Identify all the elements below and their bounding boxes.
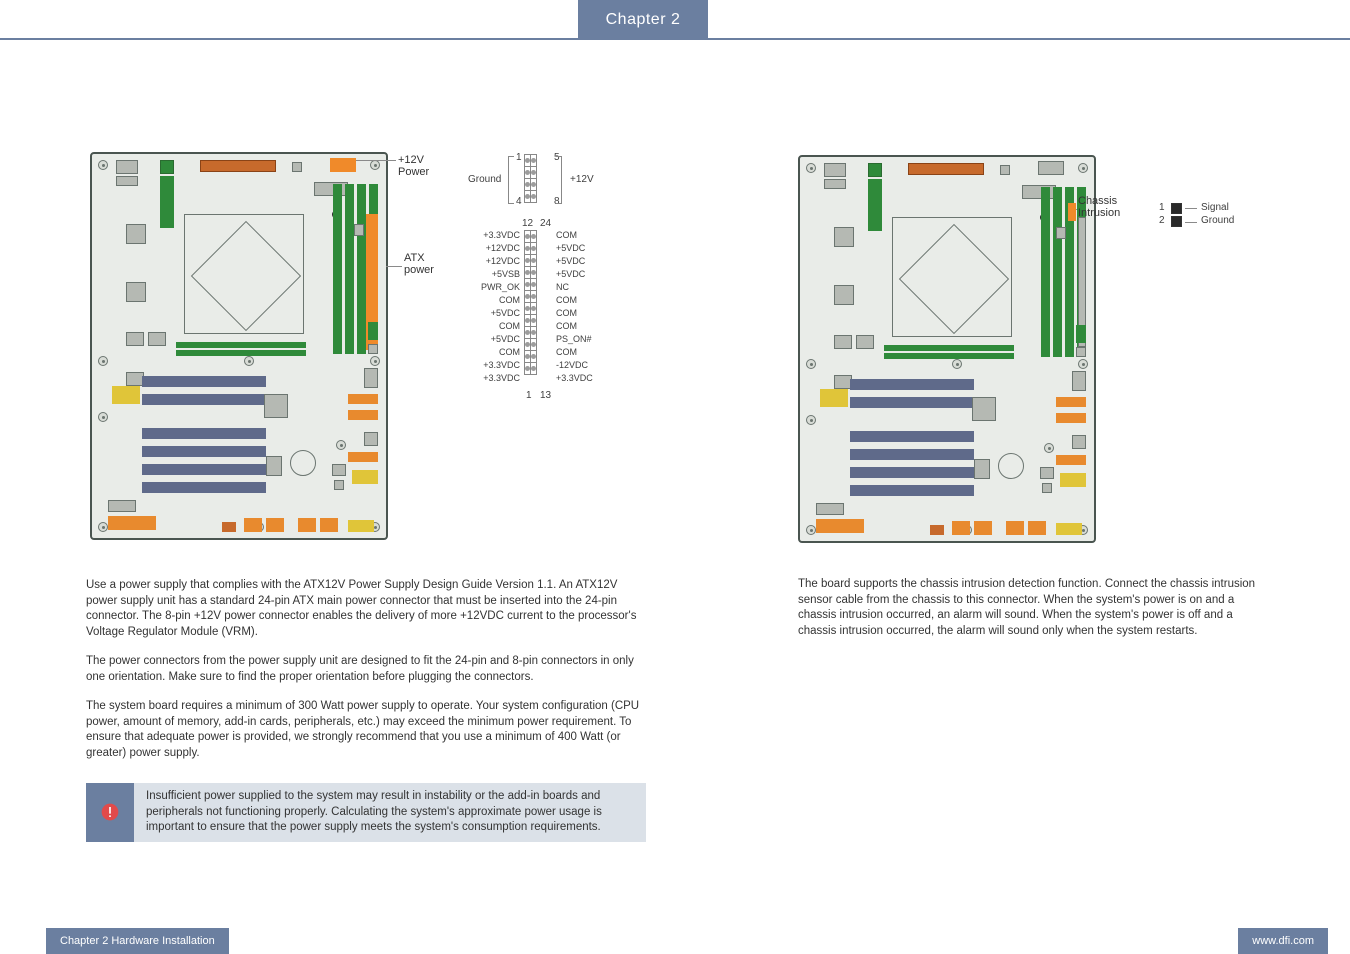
chapter-tab: Chapter 2 [578,0,708,40]
label-chassis-intrusion: Chassis Intrusion [1078,195,1120,219]
pin24-r-6: COM [556,308,593,321]
left-column: +12V Power ATX power 1 5 4 8 Ground +12V… [86,148,646,894]
left-diagram: +12V Power ATX power 1 5 4 8 Ground +12V… [86,148,646,548]
pin24-r-0: COM [556,230,593,243]
pin24-r-9: COM [556,347,593,360]
left-para-1: Use a power supply that complies with th… [86,578,646,640]
pin8-bl: 4 [516,196,522,207]
page-header: Chapter 2 [0,0,1350,44]
pin24-l-7: COM [476,321,520,334]
footer-left: Chapter 2 Hardware Installation [46,928,229,954]
pin24-l-1: +12VDC [476,243,520,256]
pin24-l-2: +12VDC [476,256,520,269]
right-diagram: Chassis Intrusion 1 2 Signal Ground [798,155,1268,547]
pin24-l-11: +3.3VDC [476,373,520,386]
pin24-l-5: COM [476,295,520,308]
pin24-r-7: COM [556,321,593,334]
pin24-r-2: +5VDC [556,256,593,269]
label-12v-right: +12V [570,174,594,185]
pin24-r-5: COM [556,295,593,308]
pin24-l-6: +5VDC [476,308,520,321]
pin24-l-4: PWR_OK [476,282,520,295]
pin24-r-8: PS_ON# [556,334,593,347]
pin24-top-r: 24 [540,218,551,229]
pin24-l-10: +3.3VDC [476,360,520,373]
page-footer: Chapter 2 Hardware Installation www.dfi.… [0,928,1350,954]
pin24-r-4: NC [556,282,593,295]
important-text: Insufficient power supplied to the syste… [146,789,636,836]
pin24-top-l: 12 [522,218,533,229]
pin24-l-8: +5VDC [476,334,520,347]
label-12v-power: +12V Power [398,154,429,178]
important-box: Insufficient power supplied to the syste… [86,783,646,842]
warning-icon [100,802,120,822]
pin24-bot-l: 1 [526,390,532,401]
pin24-r-3: +5VDC [556,269,593,282]
label-ground: Ground [468,174,501,185]
pin24-r-11: +3.3VDC [556,373,593,386]
left-para-2: The power connectors from the power supp… [86,654,646,685]
right-para-1: The board supports the chassis intrusion… [798,577,1268,639]
chassis-ground: Ground [1201,215,1234,226]
motherboard-outline-left [90,152,388,540]
label-atx-power: ATX power [404,252,434,276]
page-content: +12V Power ATX power 1 5 4 8 Ground +12V… [0,148,1350,894]
chassis-pin-2: 2 [1159,215,1165,226]
pin24-l-0: +3.3VDC [476,230,520,243]
pin24-l-9: COM [476,347,520,360]
chassis-signal: Signal [1201,202,1229,213]
important-bar [86,783,134,842]
pin24-r-1: +5VDC [556,243,593,256]
motherboard-outline-right [798,155,1096,543]
pin24-r-10: -12VDC [556,360,593,373]
pin24-bot-r: 13 [540,390,551,401]
chassis-pin-1: 1 [1159,202,1165,213]
left-para-3: The system board requires a minimum of 3… [86,699,646,761]
pin24-l-3: +5VSB [476,269,520,282]
footer-right: www.dfi.com [1238,928,1328,954]
right-column: Chassis Intrusion 1 2 Signal Ground The … [798,155,1268,894]
pin8-tl: 1 [516,152,522,163]
